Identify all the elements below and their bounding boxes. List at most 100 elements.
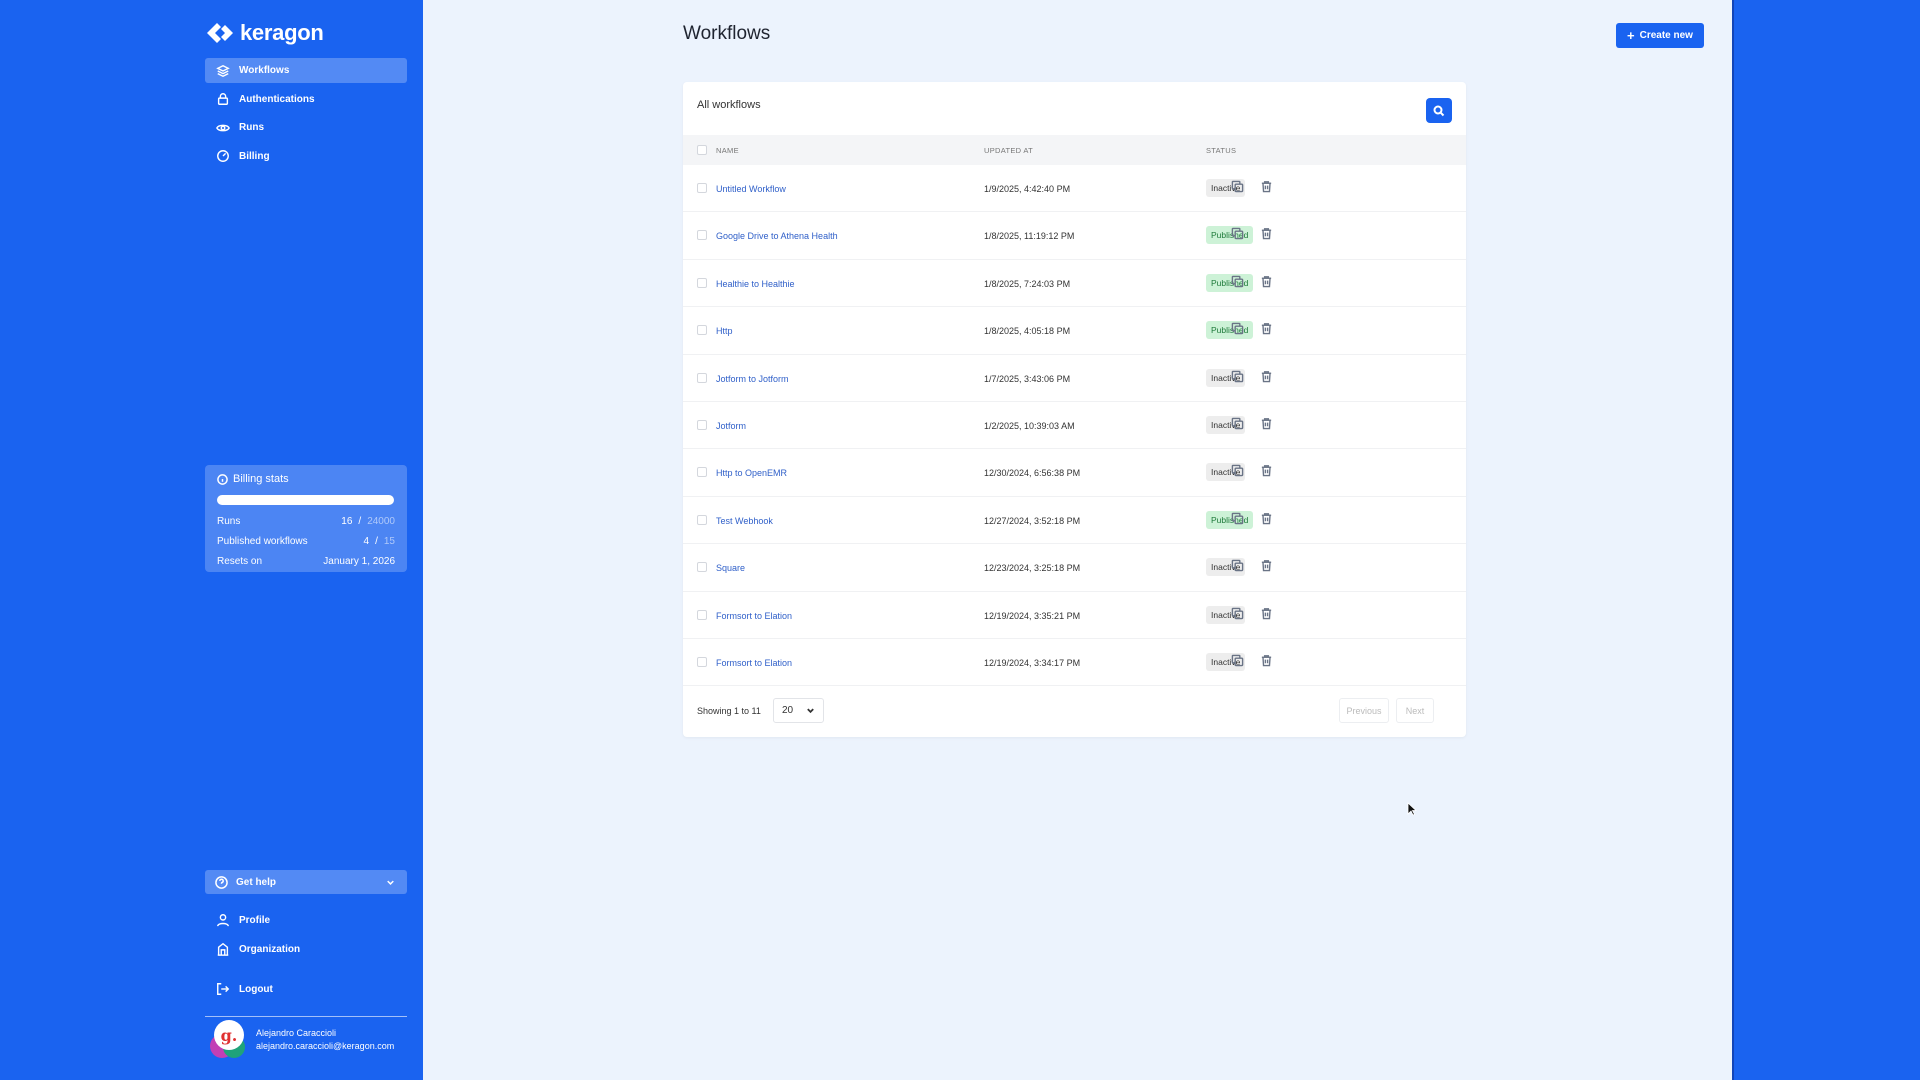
column-header-name[interactable]: NAME	[716, 146, 739, 155]
workflow-name-link[interactable]: Google Drive to Athena Health	[716, 231, 838, 241]
column-header-updated-at[interactable]: UPDATED AT	[984, 146, 1033, 155]
workflow-name-link[interactable]: Square	[716, 563, 745, 573]
sidebar-item-organization[interactable]: Organization	[205, 935, 407, 963]
table-row[interactable]: Square 12/23/2024, 3:25:18 PM Inactive	[683, 544, 1466, 592]
sidebar-item-label: Runs	[239, 122, 264, 133]
table-row[interactable]: Jotform 1/2/2025, 10:39:03 AM Inactive	[683, 402, 1466, 450]
sidebar-item-logout[interactable]: Logout	[205, 975, 407, 1003]
per-page-select[interactable]: 20	[773, 698, 824, 723]
delete-button[interactable]	[1260, 275, 1274, 289]
sidebar-item-profile[interactable]: Profile	[205, 906, 407, 934]
trash-icon	[1261, 607, 1272, 619]
duplicate-button[interactable]	[1231, 227, 1245, 241]
next-button[interactable]: Next	[1396, 698, 1434, 723]
duplicate-button[interactable]	[1231, 512, 1245, 526]
row-checkbox[interactable]	[697, 183, 707, 193]
row-checkbox[interactable]	[697, 514, 707, 525]
previous-button[interactable]: Previous	[1339, 698, 1389, 723]
row-checkbox[interactable]	[697, 372, 707, 383]
info-icon	[217, 473, 228, 485]
workflow-name-link[interactable]: Http to OpenEMR	[716, 468, 787, 478]
sidebar-item-label: Workflows	[239, 65, 290, 76]
delete-button[interactable]	[1260, 464, 1274, 478]
sidebar-item-authentications[interactable]: Authentications	[205, 87, 407, 112]
sidebar-item-workflows[interactable]: Workflows	[205, 58, 407, 83]
table-row[interactable]: Http 1/8/2025, 4:05:18 PM Published	[683, 307, 1466, 355]
eye-icon	[216, 121, 230, 135]
user-profile[interactable]: g. Alejandro Caraccioli alejandro.caracc…	[208, 1020, 394, 1060]
workflow-name-link[interactable]: Formsort to Elation	[716, 658, 792, 668]
delete-button[interactable]	[1260, 370, 1274, 384]
showing-count: Showing 1 to 11	[697, 706, 761, 716]
select-all-checkbox[interactable]	[697, 145, 707, 155]
trash-icon	[1261, 228, 1272, 240]
sidebar: keragon Workflows Authentications Runs B…	[190, 0, 423, 1080]
row-checkbox[interactable]	[697, 419, 707, 430]
status-badge: Published	[1206, 321, 1254, 340]
sidebar-item-label: Logout	[239, 983, 273, 995]
updated-at-cell: 1/7/2025, 3:43:06 PM	[984, 373, 1071, 384]
page-title: Workflows	[683, 23, 771, 44]
billing-stats-title: Billing stats	[217, 473, 395, 485]
table-header: NAME UPDATED AT STATUS	[683, 135, 1466, 165]
duplicate-button[interactable]	[1231, 559, 1245, 573]
delete-button[interactable]	[1260, 654, 1274, 668]
duplicate-button[interactable]	[1231, 275, 1245, 289]
duplicate-button[interactable]	[1231, 180, 1245, 194]
mouse-cursor-icon	[1407, 802, 1417, 816]
column-header-status[interactable]: STATUS	[1206, 146, 1236, 155]
delete-button[interactable]	[1260, 512, 1274, 526]
row-checkbox[interactable]	[697, 656, 707, 667]
row-checkbox[interactable]	[697, 325, 707, 336]
row-checkbox[interactable]	[697, 562, 707, 573]
table-row[interactable]: Healthie to Healthie 1/8/2025, 7:24:03 P…	[683, 260, 1466, 308]
delete-button[interactable]	[1260, 417, 1274, 431]
delete-button[interactable]	[1260, 322, 1274, 336]
trash-icon	[1261, 465, 1272, 477]
table-row[interactable]: Http to OpenEMR 12/30/2024, 6:56:38 PM I…	[683, 449, 1466, 497]
brand-logo[interactable]: keragon	[206, 20, 324, 46]
table-row[interactable]: Formsort to Elation 12/19/2024, 3:35:21 …	[683, 592, 1466, 639]
copy-icon	[1231, 370, 1244, 382]
workflow-name-link[interactable]: Formsort to Elation	[716, 611, 792, 621]
sidebar-item-runs[interactable]: Runs	[205, 115, 407, 140]
duplicate-button[interactable]	[1231, 654, 1245, 668]
duplicate-button[interactable]	[1231, 322, 1245, 336]
row-checkbox[interactable]	[697, 609, 707, 620]
workflow-name-link[interactable]: Healthie to Healthie	[716, 279, 795, 289]
delete-button[interactable]	[1260, 227, 1274, 241]
published-workflows-stat: Published workflows 4 / 15	[217, 535, 395, 547]
delete-button[interactable]	[1260, 607, 1274, 621]
workflow-name-link[interactable]: Test Webhook	[716, 516, 773, 526]
create-new-button[interactable]: + Create new	[1616, 23, 1704, 48]
search-button[interactable]	[1426, 98, 1452, 123]
workflow-name-link[interactable]: Jotform	[716, 421, 746, 431]
row-checkbox[interactable]	[697, 277, 707, 288]
duplicate-button[interactable]	[1231, 370, 1245, 384]
row-checkbox[interactable]	[697, 230, 707, 241]
table-row[interactable]: Jotform to Jotform 1/7/2025, 3:43:06 PM …	[683, 355, 1466, 402]
table-row[interactable]: Test Webhook 12/27/2024, 3:52:18 PM Publ…	[683, 497, 1466, 545]
duplicate-button[interactable]	[1231, 464, 1245, 478]
sidebar-item-billing[interactable]: Billing	[205, 144, 407, 169]
copy-icon	[1231, 512, 1244, 525]
duplicate-button[interactable]	[1231, 417, 1245, 431]
table-row[interactable]: Google Drive to Athena Health 1/8/2025, …	[683, 212, 1466, 260]
workflow-name-link[interactable]: Http	[716, 326, 733, 336]
get-help-dropdown[interactable]: Get help	[205, 870, 407, 894]
divider	[205, 1016, 407, 1017]
updated-at-cell: 1/8/2025, 4:05:18 PM	[984, 326, 1071, 337]
search-icon	[1433, 105, 1445, 116]
workflow-name-link[interactable]: Jotform to Jotform	[716, 374, 789, 384]
delete-button[interactable]	[1260, 559, 1274, 573]
duplicate-button[interactable]	[1231, 607, 1245, 621]
keragon-logo-icon	[207, 23, 233, 43]
updated-at-cell: 12/27/2024, 3:52:18 PM	[984, 515, 1081, 526]
create-new-label: Create new	[1639, 30, 1693, 41]
logout-icon	[216, 982, 230, 996]
workflow-name-link[interactable]: Untitled Workflow	[716, 184, 786, 194]
row-checkbox[interactable]	[697, 467, 707, 478]
table-row[interactable]: Untitled Workflow 1/9/2025, 4:42:40 PM I…	[683, 165, 1466, 213]
table-row[interactable]: Formsort to Elation 12/19/2024, 3:34:17 …	[683, 639, 1466, 687]
delete-button[interactable]	[1260, 180, 1274, 194]
